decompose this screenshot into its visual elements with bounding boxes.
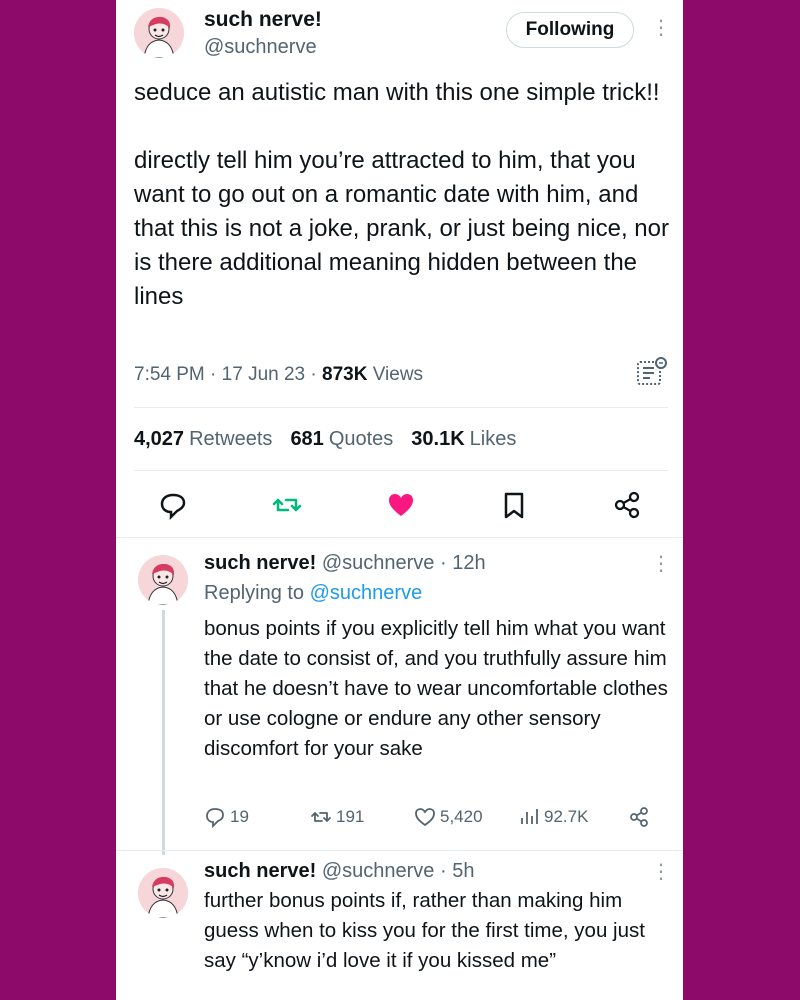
author-display-name[interactable]: such nerve! <box>204 8 322 32</box>
reply-handle[interactable]: @suchnerve <box>322 552 435 574</box>
views-count[interactable]: 92.7K <box>518 806 588 828</box>
tweet-card: such nerve! @suchnerve Following ⋮ seduc… <box>116 0 683 1000</box>
tweet-date[interactable]: 17 Jun 23 <box>222 364 305 385</box>
replying-to: Replying to @suchnerve <box>204 582 423 604</box>
following-button[interactable]: Following <box>506 12 634 48</box>
dots-icon[interactable]: ⋮ <box>651 554 671 574</box>
retweets-stat[interactable]: 4,027 Retweets <box>134 428 272 451</box>
reply-display-name[interactable]: such nerve! <box>204 552 316 574</box>
dots-icon[interactable]: ⋮ <box>651 18 671 38</box>
avatar[interactable] <box>138 868 188 918</box>
quotes-stat[interactable]: 681 Quotes <box>290 428 393 451</box>
bookmark-button[interactable] <box>499 490 529 520</box>
avatar[interactable] <box>134 8 184 58</box>
retweet-button[interactable] <box>272 490 302 520</box>
divider <box>134 407 668 408</box>
divider <box>134 470 668 471</box>
author-handle[interactable]: @suchnerve <box>204 36 317 59</box>
engagement-stats: 4,027 Retweets 681 Quotes 30.1K Likes <box>134 428 516 451</box>
reply-header: such nerve! @suchnerve · 5h <box>204 860 475 882</box>
like-count[interactable]: 5,420 <box>414 806 483 828</box>
like-button[interactable] <box>386 490 416 520</box>
reply-age[interactable]: 12h <box>452 552 485 574</box>
reply-handle[interactable]: @suchnerve <box>322 860 435 882</box>
reply-icon <box>160 493 186 521</box>
retweet-icon <box>311 812 331 822</box>
views-icon <box>521 809 538 824</box>
reply-text: bonus points if you explicitly tell him … <box>204 617 668 760</box>
views-label: Views <box>372 364 424 385</box>
share-icon <box>614 491 640 519</box>
analytics-icon[interactable] <box>634 356 668 390</box>
divider <box>116 850 683 851</box>
views-count: 873K <box>322 364 368 385</box>
dots-icon[interactable]: ⋮ <box>651 862 671 882</box>
tweet-meta: 7:54 PM · 17 Jun 23 · 873K Views <box>134 364 424 385</box>
reply-count[interactable]: 19 <box>204 806 249 828</box>
retweet-icon <box>272 498 302 512</box>
reply-age[interactable]: 5h <box>452 860 474 882</box>
reply-icon <box>206 808 224 828</box>
tweet-text: seduce an autistic man with this one sim… <box>134 79 669 310</box>
retweet-count[interactable]: 191 <box>310 806 364 828</box>
tweet-time[interactable]: 7:54 PM <box>134 364 205 385</box>
reply-text: further bonus points if, rather than mak… <box>204 889 645 972</box>
avatar[interactable] <box>138 555 188 605</box>
reply-display-name[interactable]: such nerve! <box>204 860 316 882</box>
share-button[interactable] <box>628 806 650 828</box>
divider <box>116 537 683 538</box>
share-icon <box>630 807 648 827</box>
mention-link[interactable]: @suchnerve <box>310 582 423 604</box>
heart-icon <box>389 494 413 516</box>
heart-icon <box>415 808 435 827</box>
share-button[interactable] <box>612 490 642 520</box>
bookmark-icon <box>504 492 524 519</box>
reply-header: such nerve! @suchnerve · 12h <box>204 552 486 574</box>
likes-stat[interactable]: 30.1K Likes <box>411 428 516 451</box>
thread-line <box>162 610 165 855</box>
reply-button[interactable] <box>158 490 188 521</box>
